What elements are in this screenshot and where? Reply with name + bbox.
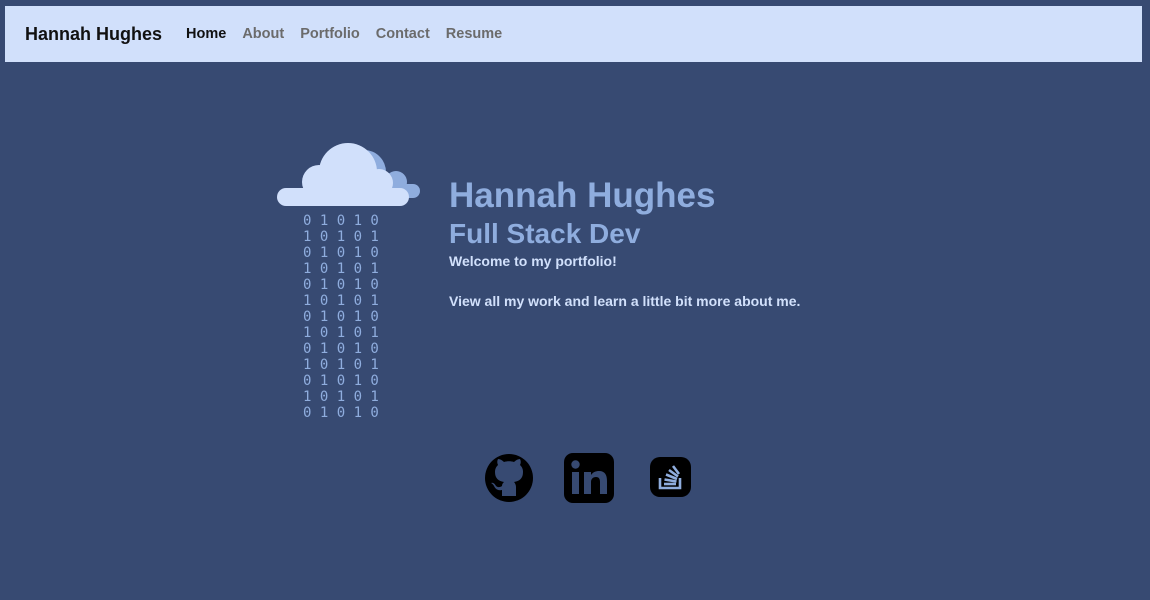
brand-link[interactable]: Hannah Hughes xyxy=(25,24,162,45)
github-icon xyxy=(485,454,533,502)
binary-rain: 0 1 0 1 01 0 1 0 10 1 0 1 01 0 1 0 10 1 … xyxy=(303,213,379,421)
binary-rain-row: 1 0 1 0 1 xyxy=(303,229,379,245)
binary-rain-row: 1 0 1 0 1 xyxy=(303,293,379,309)
hero-section: 0 1 0 1 01 0 1 0 10 1 0 1 01 0 1 0 10 1 … xyxy=(276,142,896,432)
nav-link-home[interactable]: Home xyxy=(186,26,226,42)
nav-link-contact[interactable]: Contact xyxy=(376,26,430,42)
nav-link-resume[interactable]: Resume xyxy=(446,26,502,42)
github-link[interactable] xyxy=(483,452,535,504)
nav-link-about[interactable]: About xyxy=(242,26,284,42)
hero-role: Full Stack Dev xyxy=(449,218,641,249)
binary-rain-row: 0 1 0 1 0 xyxy=(303,405,379,421)
binary-rain-row: 0 1 0 1 0 xyxy=(303,373,379,389)
stackoverflow-link[interactable] xyxy=(647,452,699,504)
linkedin-icon xyxy=(564,453,614,503)
linkedin-link[interactable] xyxy=(563,452,615,504)
binary-rain-row: 0 1 0 1 0 xyxy=(303,309,379,325)
navbar: Hannah Hughes Home About Portfolio Conta… xyxy=(5,6,1142,62)
binary-rain-row: 1 0 1 0 1 xyxy=(303,261,379,277)
binary-rain-row: 0 1 0 1 0 xyxy=(303,245,379,261)
binary-rain-row: 1 0 1 0 1 xyxy=(303,357,379,373)
hero-welcome: Welcome to my portfolio! xyxy=(449,253,617,269)
cloud-icon: 0 1 0 1 01 0 1 0 10 1 0 1 01 0 1 0 10 1 … xyxy=(277,143,420,421)
nav-link-portfolio[interactable]: Portfolio xyxy=(300,26,360,42)
binary-rain-row: 1 0 1 0 1 xyxy=(303,389,379,405)
hero-name: Hannah Hughes xyxy=(449,176,716,215)
hero-description: View all my work and learn a little bit … xyxy=(449,293,801,309)
social-links xyxy=(483,452,703,504)
hero-text: Hannah Hughes Full Stack Dev Welcome to … xyxy=(449,176,889,310)
binary-rain-row: 0 1 0 1 0 xyxy=(303,213,379,229)
stackoverflow-icon xyxy=(650,457,691,497)
binary-rain-row: 1 0 1 0 1 xyxy=(303,325,379,341)
binary-rain-row: 0 1 0 1 0 xyxy=(303,277,379,293)
binary-rain-row: 0 1 0 1 0 xyxy=(303,341,379,357)
